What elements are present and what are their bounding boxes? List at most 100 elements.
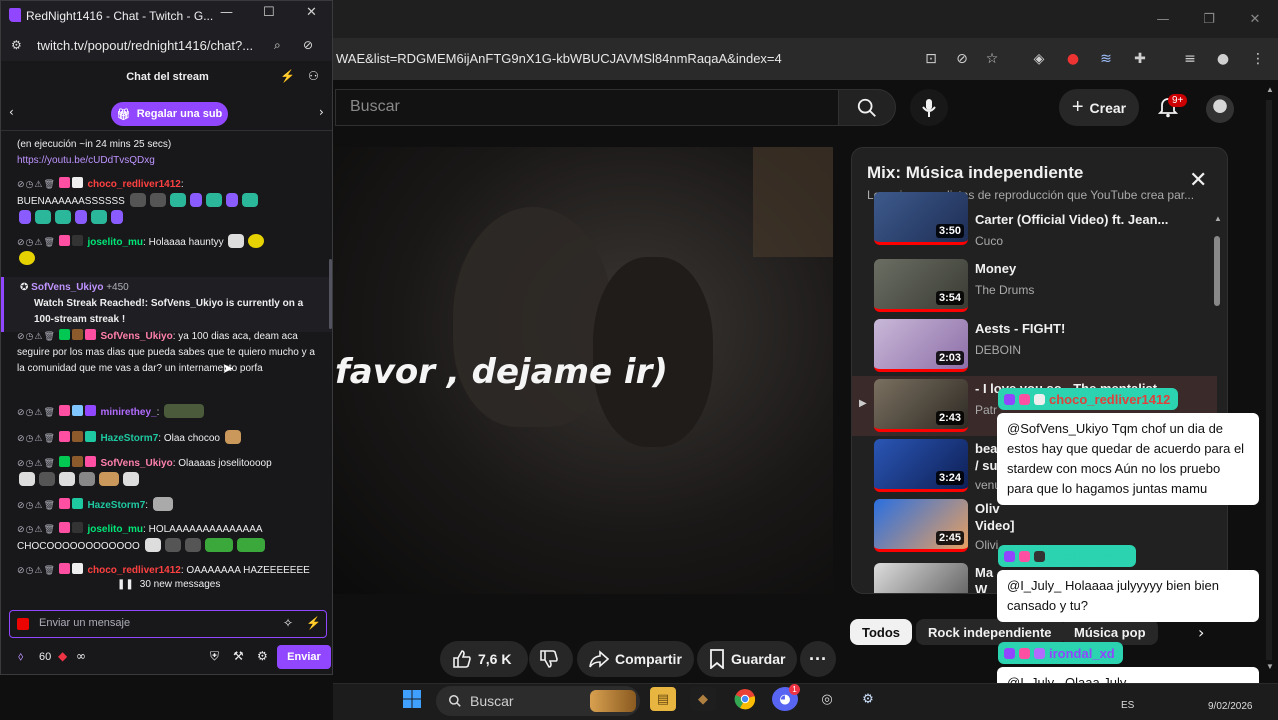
message-link[interactable]: https://youtu.be/cUDdTvsQDxg (17, 153, 317, 169)
username[interactable]: SofVens_Ukiyo (100, 458, 172, 469)
search-button[interactable] (838, 89, 896, 126)
prediction-icon[interactable]: ◆ (58, 649, 67, 663)
chrome-icon[interactable] (732, 687, 758, 711)
playlist-item[interactable]: 3:54 Money The Drums (852, 256, 1217, 316)
zoom-icon[interactable]: ⌕ (274, 38, 281, 53)
mod-actions-icon[interactable]: ⊘◷⚠🗑 (17, 459, 56, 469)
install-icon[interactable]: ⊡ (922, 50, 940, 68)
site-info-icon[interactable]: ⚙ (11, 38, 22, 52)
restore-icon[interactable]: ☐ (263, 5, 275, 20)
create-button[interactable]: + Crear (1059, 89, 1139, 126)
users-icon[interactable]: ⚇ (308, 69, 319, 83)
scroll-up-icon[interactable]: ▲ (1214, 214, 1222, 223)
popout-url[interactable]: twitch.tv/popout/rednight1416/chat?... (37, 38, 253, 53)
mod-actions-icon[interactable]: ⊘◷⚠🗑 (17, 408, 56, 418)
eye-off-icon[interactable]: ⊘ (953, 50, 971, 68)
username[interactable]: SofVens_Ukiyo (31, 282, 103, 293)
profile-icon[interactable]: ● (1214, 50, 1232, 68)
7tv-extension-icon[interactable]: ≋ (1097, 50, 1115, 68)
mod-actions-icon[interactable]: ⊘◷⚠🗑 (17, 501, 56, 511)
taskbar-search-placeholder: Buscar (470, 693, 514, 709)
muted-badge-icon (1034, 550, 1045, 562)
new-messages-indicator[interactable]: ❚❚ 30 new messages (105, 575, 229, 593)
username[interactable]: HazeStorm7 (100, 433, 158, 444)
username[interactable]: minirethey_ (100, 407, 156, 418)
mod-tools-icon[interactable]: ⚒ (233, 649, 244, 663)
mod-actions-icon[interactable]: ⊘◷⚠🗑 (17, 566, 56, 576)
username[interactable]: joselito_mu (87, 237, 143, 248)
chip-todos[interactable]: Todos (850, 619, 913, 645)
send-chat-button[interactable]: Enviar (277, 645, 331, 669)
share-button[interactable]: Compartir (577, 641, 694, 677)
channel-points-icon[interactable]: ⬨ (18, 649, 23, 664)
shield-icon[interactable]: ⛨ (210, 649, 219, 664)
settings-gear-icon[interactable]: ⚙ (257, 649, 268, 663)
obs-icon[interactable]: ◎ (814, 687, 840, 711)
steam-icon[interactable]: ⚙ (855, 687, 881, 711)
playlist-item[interactable]: 2:03 Aests - FIGHT! DEBOIN (852, 316, 1217, 376)
username[interactable]: joselito_mu (87, 524, 143, 535)
page-scroll-down-icon[interactable]: ▼ (1266, 662, 1274, 671)
badge-icon (1004, 647, 1015, 659)
youtube-search-input[interactable] (335, 89, 838, 126)
playlist-item[interactable]: 3:50 Carter (Official Video) ft. Jean...… (852, 192, 1217, 248)
chevron-right-icon[interactable]: › (1198, 623, 1204, 642)
taskbar-date[interactable]: 9/02/2026 (1208, 701, 1253, 712)
close-playlist-icon[interactable]: ✕ (1189, 168, 1207, 193)
chevron-left-icon[interactable]: ‹ (9, 105, 14, 119)
gift-sub-button[interactable]: 🎁︎ Regalar una sub (111, 102, 228, 126)
language-indicator[interactable]: ES (1121, 700, 1134, 711)
browser-menu-icon[interactable]: ⋮ (1249, 50, 1267, 68)
chat-identity-icon[interactable] (17, 618, 29, 630)
7tv-emote-icon[interactable]: ⚡ (306, 616, 321, 630)
mod-actions-icon[interactable]: ⊘◷⚠🗑 (17, 434, 56, 444)
more-actions-icon[interactable]: ··· (800, 641, 836, 677)
chat-scrollbar[interactable] (329, 259, 332, 329)
page-scroll-up-icon[interactable]: ▲ (1266, 85, 1274, 94)
restore-icon[interactable]: ❐ (1186, 0, 1232, 38)
username[interactable]: SofVens_Ukiyo (100, 331, 172, 342)
search-icon (857, 98, 876, 117)
account-avatar[interactable] (1206, 95, 1234, 123)
username[interactable]: HazeStorm7 (87, 500, 145, 511)
duration-label: 3:50 (935, 224, 964, 238)
emote-icon (184, 538, 201, 552)
username[interactable]: choco_redliver1412 (87, 179, 180, 190)
puzzle-extensions-icon[interactable]: ✚ (1131, 50, 1149, 68)
channel-name: Patr (975, 403, 998, 417)
video-thumbnail: 2:45 (874, 499, 968, 552)
7tv-icon[interactable]: ⚡ (280, 69, 295, 83)
eye-off-icon[interactable]: ⊘ (303, 38, 313, 52)
emote-picker-icon[interactable]: ✧ (283, 616, 293, 630)
mod-actions-icon[interactable]: ⊘◷⚠🗑 (17, 332, 56, 342)
file-explorer-icon[interactable]: ▤ (650, 687, 676, 711)
minimize-icon[interactable]: — (1140, 0, 1186, 38)
app-icon[interactable]: ◆ (690, 687, 716, 711)
emote-icon (129, 193, 146, 207)
playlist-scrollbar[interactable] (1214, 236, 1220, 306)
bookmark-star-icon[interactable]: ☆ (983, 50, 1001, 68)
notification-count-badge: 9+ (1168, 94, 1188, 107)
media-control-icon[interactable]: ≡ (1181, 50, 1199, 68)
like-count: 7,6 K (478, 651, 512, 667)
adblock-icon[interactable]: ● (1064, 50, 1082, 68)
emote-icon (39, 472, 55, 486)
like-button[interactable]: 7,6 K (440, 641, 528, 677)
mod-actions-icon[interactable]: ⊘◷⚠🗑 (17, 180, 56, 190)
chevron-right-icon[interactable]: › (319, 105, 324, 119)
youtube-url[interactable]: WAE&list=RDGMEM6ijAnFTG9nX1G-kbWBUCJAVMS… (336, 51, 782, 66)
close-icon[interactable]: ✕ (306, 5, 317, 20)
extension-icon[interactable]: ◈ (1030, 50, 1048, 68)
chat-message-list[interactable]: (en ejecución ~in 24 mins 25 secs) https… (1, 133, 332, 605)
dislike-button[interactable] (529, 641, 573, 677)
twitch-logo-icon (9, 8, 21, 22)
save-button[interactable]: Guardar (697, 641, 798, 677)
close-icon[interactable]: ✕ (1232, 0, 1278, 38)
video-subtitle: favor , dejame ir) (335, 352, 668, 392)
mod-actions-icon[interactable]: ⊘◷⚠🗑 (17, 525, 56, 535)
windows-start-icon[interactable] (399, 687, 425, 711)
minimize-icon[interactable]: — (220, 5, 233, 20)
mod-actions-icon[interactable]: ⊘◷⚠🗑 (17, 238, 56, 248)
taskbar-search[interactable]: Buscar (436, 686, 640, 716)
voice-search-button[interactable] (910, 89, 948, 126)
